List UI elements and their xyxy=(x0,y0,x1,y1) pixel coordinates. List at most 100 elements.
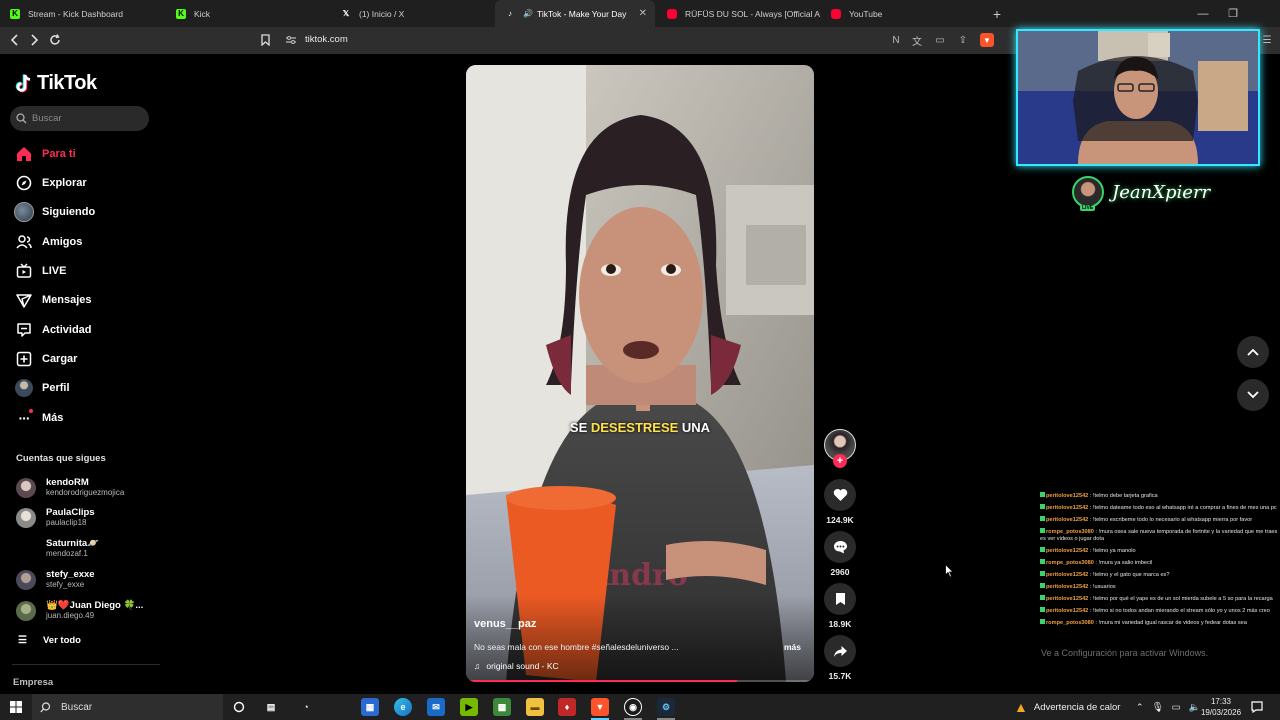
chat-message: peritolove12542 : !telmo por qué el yape… xyxy=(1040,595,1280,603)
previous-video-button[interactable] xyxy=(1237,336,1269,368)
app-icon[interactable]: ♦ xyxy=(558,698,576,716)
mail-icon[interactable]: ✉ xyxy=(427,698,445,716)
tab-title: YouTube xyxy=(849,8,883,19)
account-paulaclips[interactable]: PaulaClips paulaclip18 xyxy=(16,505,95,531)
account-juan-diego[interactable]: 👑❤️Juan Diego 🍀... juan.diego.49 xyxy=(16,598,143,624)
nav-amigos[interactable]: Amigos xyxy=(14,232,82,252)
browser-tab-kick[interactable]: K Kick xyxy=(166,0,331,27)
company-link[interactable]: Empresa xyxy=(13,677,53,688)
comment-count: 2960 xyxy=(830,567,850,577)
network-icon[interactable]: ▭ xyxy=(1172,702,1181,713)
nav-cargar[interactable]: Cargar xyxy=(14,349,77,369)
webcam-overlay xyxy=(1016,29,1260,166)
minecraft-icon[interactable]: ▩ xyxy=(493,698,511,716)
nav-actividad[interactable]: Actividad xyxy=(14,320,92,340)
task-view-icon[interactable]: ▤ xyxy=(262,698,280,716)
next-video-button[interactable] xyxy=(1237,379,1269,411)
video-player[interactable]: Andró SE DESESTRESE UNA venus__paz No se… xyxy=(466,65,814,682)
chevron-up-icon[interactable]: ⌃ xyxy=(1136,702,1144,713)
windows-start-icon[interactable] xyxy=(7,698,25,716)
steam-icon[interactable]: ⚙ xyxy=(657,698,675,716)
brave-shield-icon[interactable]: ▼ xyxy=(980,33,994,47)
more-button[interactable]: más xyxy=(784,642,801,652)
reader-mode-icon[interactable]: ▭ xyxy=(933,33,947,47)
account-name: stefy_exxe xyxy=(46,569,95,580)
nav-live[interactable]: LIVE xyxy=(14,261,66,281)
browser-tab-tiktok[interactable]: ♪ 🔊 TikTok - Make Your Day ✕ xyxy=(495,0,655,27)
nav-mas[interactable]: ··· Más xyxy=(14,408,63,428)
volume-icon[interactable]: 🔈 xyxy=(1189,702,1201,713)
file-explorer-icon[interactable]: ▬ xyxy=(526,698,544,716)
browser-tab-youtube[interactable]: YouTube xyxy=(821,0,984,27)
following-section-title: Cuentas que sigues xyxy=(16,453,106,464)
minimize-icon[interactable]: — xyxy=(1193,0,1213,27)
streamer-badge: LIVE JeanXpierr xyxy=(1072,176,1210,211)
bookmark-icon[interactable] xyxy=(255,31,275,49)
no-tracking-icon[interactable]: N xyxy=(889,33,903,47)
close-tab-icon[interactable]: ✕ xyxy=(639,8,647,19)
obs-icon[interactable]: ◉ xyxy=(624,698,642,716)
send-icon xyxy=(14,290,34,310)
sound-label: original sound - KC xyxy=(486,661,559,671)
taskbar-search-placeholder: Buscar xyxy=(61,701,93,713)
account-stefy-exxe[interactable]: stefy_exxe stefy_exxe xyxy=(16,567,95,593)
video-author[interactable]: venus__paz xyxy=(474,618,536,630)
clock[interactable]: 17:33 19/03/2026 xyxy=(1201,694,1241,720)
like-button[interactable]: 124.9K xyxy=(824,479,856,525)
translate-icon[interactable]: 文 xyxy=(910,33,924,48)
system-tray[interactable]: ⌃ 🎙 ▭ 🔈 xyxy=(1136,694,1200,720)
badge-icon xyxy=(1040,559,1045,564)
menu-icon[interactable]: ☰ xyxy=(1260,33,1274,47)
caption-text: UNA xyxy=(678,420,711,435)
badge-icon xyxy=(1040,516,1045,521)
see-all-button[interactable]: ☰ Ver todo xyxy=(18,635,81,646)
badge-icon xyxy=(1040,571,1045,576)
search-placeholder: Buscar xyxy=(32,113,62,124)
back-icon[interactable] xyxy=(5,31,25,49)
video-sound[interactable]: ♫ original sound - KC xyxy=(474,661,559,671)
account-name: PaulaClips xyxy=(46,507,95,518)
nav-para-ti[interactable]: Para ti xyxy=(14,144,76,164)
video-progress-track[interactable] xyxy=(466,680,814,682)
search-input[interactable]: Buscar xyxy=(10,106,149,131)
account-handle: paulaclip18 xyxy=(46,518,87,527)
account-saturnita[interactable]: Saturnita🪐 mendozaf.1 xyxy=(16,536,99,562)
restore-icon[interactable]: ❐ xyxy=(1223,0,1243,27)
profile-icon xyxy=(14,378,34,398)
url-field[interactable]: tiktok.com xyxy=(305,34,348,45)
notifications-icon[interactable] xyxy=(1251,694,1263,720)
microphone-icon[interactable]: 🎙 xyxy=(1152,702,1164,713)
brave-icon[interactable]: ▼ xyxy=(591,698,609,716)
site-info-icon[interactable] xyxy=(281,31,301,49)
nav-mensajes[interactable]: Mensajes xyxy=(14,290,92,310)
speedometer-icon[interactable]: ◔ xyxy=(297,698,315,716)
store-icon[interactable]: ▦ xyxy=(361,698,379,716)
weather-widget[interactable]: ▲ Advertencia de calor xyxy=(1014,694,1120,720)
chat-message: peritolove12542 : !telmo escribeme todo … xyxy=(1040,516,1280,524)
nvidia-icon[interactable]: ▶ xyxy=(460,698,478,716)
share-button[interactable]: 15.7K xyxy=(824,635,856,681)
account-kendorm[interactable]: kendoRM kendorodriguezmojica xyxy=(16,475,124,501)
chat-message: peritolove12542 : !telmo dateame todo es… xyxy=(1040,504,1280,512)
taskbar-search-input[interactable]: Buscar xyxy=(32,694,223,720)
browser-tab-rufus[interactable]: RÜFÜS DU SOL - Always [Official Au xyxy=(657,0,820,27)
browser-tab-x[interactable]: 𝕏 (1) Inicio / X xyxy=(331,0,495,27)
cortana-icon[interactable] xyxy=(230,698,248,716)
share-icon[interactable]: ⇪ xyxy=(956,33,970,47)
follow-plus-icon[interactable]: + xyxy=(833,454,847,468)
nav-explorar[interactable]: Explorar xyxy=(14,173,87,193)
edge-icon[interactable]: e xyxy=(394,698,412,716)
account-handle: juan.diego.49 xyxy=(46,611,95,620)
save-button[interactable]: 18.9K xyxy=(824,583,856,629)
reload-icon[interactable] xyxy=(45,31,65,49)
tiktok-logo[interactable]: TikTok xyxy=(15,72,97,95)
new-tab-button[interactable]: + xyxy=(988,0,1006,27)
forward-icon[interactable] xyxy=(24,31,44,49)
chat-text: !telmo debe tarjeta grafica xyxy=(1092,493,1158,499)
creator-avatar-button[interactable]: + xyxy=(824,429,856,468)
nav-siguiendo[interactable]: Siguiendo xyxy=(14,202,95,222)
nav-perfil[interactable]: Perfil xyxy=(14,378,70,398)
comment-button[interactable]: 2960 xyxy=(824,531,856,577)
browser-tab-kick-dashboard[interactable]: K Stream - Kick Dashboard xyxy=(0,0,166,27)
heart-icon xyxy=(824,479,856,511)
